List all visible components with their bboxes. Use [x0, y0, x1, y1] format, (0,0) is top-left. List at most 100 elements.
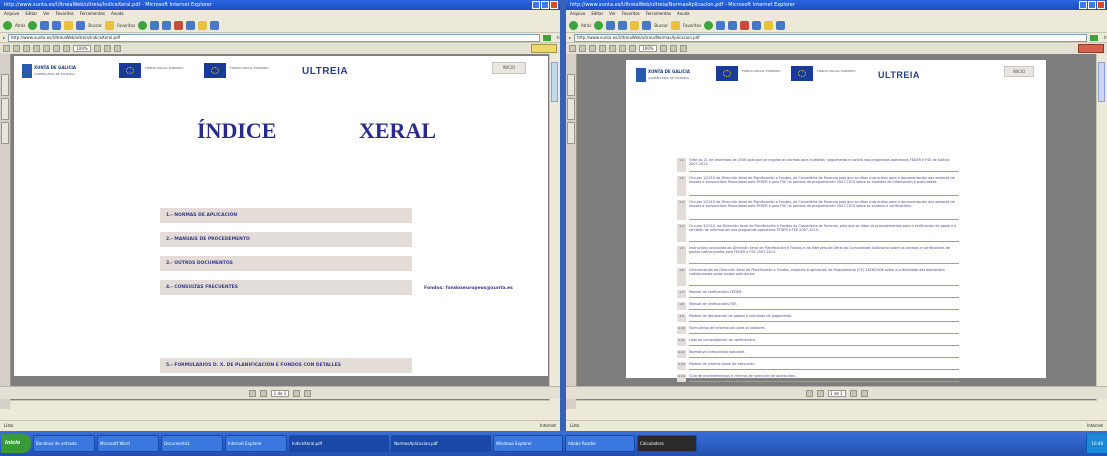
inicio-button[interactable]: INICIO — [1004, 66, 1034, 77]
zoom-in-icon[interactable] — [629, 45, 636, 52]
forward-icon[interactable] — [28, 20, 38, 30]
previous-page-icon[interactable] — [816, 389, 824, 397]
contact-email-link[interactable]: Fondos: fondoseuropeos@xunta.es — [424, 286, 513, 291]
right-horizontal-scrollbar[interactable] — [576, 400, 1097, 409]
go-button[interactable] — [1090, 34, 1099, 41]
maximize-icon[interactable] — [1088, 1, 1096, 9]
stop-icon[interactable] — [606, 20, 616, 30]
system-tray-clock[interactable]: 10:48 — [1086, 434, 1107, 453]
forward-icon[interactable] — [594, 20, 604, 30]
adobe-reader-button[interactable] — [1078, 44, 1104, 53]
taskbar-item[interactable]: IndiceXeral.pdf — [289, 435, 389, 452]
zoom-out-icon[interactable] — [53, 45, 60, 52]
select-tool-icon[interactable] — [609, 45, 616, 52]
menu-item[interactable]: Arquivo — [4, 11, 19, 16]
zoom-level[interactable]: 100% — [639, 45, 657, 52]
media-icon[interactable] — [138, 20, 148, 30]
save-icon[interactable] — [569, 45, 576, 52]
taskbar-item[interactable]: Microsoft Word — [97, 435, 159, 452]
menu-item[interactable]: Editar — [591, 11, 603, 16]
close-icon[interactable] — [550, 1, 558, 9]
link-formularios[interactable]: 5.- FORMULARIOS D. X. DE PLANIFICACIÓN E… — [160, 358, 412, 373]
bookmarks-tab[interactable] — [567, 74, 575, 96]
document-link[interactable]: Modelo de declaración de gastos e solici… — [689, 314, 959, 322]
document-link[interactable]: Instrucións conxuntas da Dirección Xeral… — [689, 246, 959, 264]
document-link[interactable]: Manual de verificacións FEDER. — [689, 290, 959, 298]
menu-item[interactable]: Axuda — [111, 11, 124, 16]
zoom-in-icon[interactable] — [63, 45, 70, 52]
document-link[interactable]: Manual de verificacións FSE. — [689, 302, 959, 310]
messenger-icon[interactable] — [210, 20, 220, 30]
page-indicator[interactable]: 1 de 1 — [827, 389, 846, 397]
document-link[interactable]: Formularios de información para os xesto… — [689, 326, 959, 334]
inicio-button[interactable]: INICIO — [492, 62, 526, 74]
hand-tool-icon[interactable] — [33, 45, 40, 52]
zoom-out-icon[interactable] — [619, 45, 626, 52]
go-button[interactable] — [543, 34, 552, 41]
document-row[interactable]: 1.5 Instrucións conxuntas da Dirección Xe… — [677, 246, 959, 264]
menu-item[interactable]: Arquivo — [570, 11, 585, 16]
document-row[interactable]: 1.7 Manual de verificacións FEDER. — [677, 290, 959, 298]
refresh-icon[interactable] — [52, 20, 62, 30]
fit-width-icon[interactable] — [670, 45, 677, 52]
document-row[interactable]: 1.3 Circular 2/2010 da Dirección Xeral de… — [677, 200, 959, 220]
taskbar-item[interactable]: NormasAplicacion.pdf — [391, 435, 491, 452]
zoom-level[interactable]: 100% — [73, 45, 91, 52]
signatures-tab[interactable] — [1, 98, 9, 120]
favorites-icon[interactable] — [671, 20, 681, 30]
document-row[interactable]: 1.2 Circular 1/2010 da Dirección Xeral de… — [677, 176, 959, 196]
pages-tab[interactable] — [567, 122, 575, 144]
folder-icon[interactable] — [764, 20, 774, 30]
favorites-icon[interactable] — [105, 20, 115, 30]
previous-page-icon[interactable] — [260, 389, 267, 397]
menu-item[interactable]: Editar — [25, 11, 37, 16]
next-page-icon[interactable] — [293, 389, 300, 397]
document-row[interactable]: 1.1 Orde do 21 de decembro de 2006 pola q… — [677, 158, 959, 172]
bookmarks-tab[interactable] — [1, 74, 9, 96]
document-row[interactable]: 1.10 Formularios de información para os x… — [677, 326, 959, 334]
mail-icon[interactable] — [728, 20, 738, 30]
link-outros-documentos[interactable]: 3.- OUTROS DOCUMENTOS — [160, 256, 412, 271]
signatures-tab[interactable] — [567, 98, 575, 120]
taskbar-item[interactable]: Documento1 — [161, 435, 223, 452]
back-icon[interactable] — [569, 20, 578, 30]
back-icon[interactable] — [3, 20, 12, 30]
address-input[interactable]: http://www.xunta.es/UltreiaWeb/ultreia/I… — [8, 33, 541, 42]
taskbar-item[interactable]: Internet Explorer — [225, 435, 287, 452]
search-icon[interactable] — [589, 45, 596, 52]
menu-item[interactable]: Ferramentas — [80, 11, 105, 16]
pages-tab[interactable] — [1, 122, 9, 144]
right-window-titlebar[interactable]: http://www.xunta.es/UltreiaWeb/ultreia/N… — [566, 0, 1107, 10]
home-icon[interactable] — [64, 20, 74, 30]
print-icon[interactable] — [174, 20, 184, 30]
stop-icon[interactable] — [40, 20, 50, 30]
media-icon[interactable] — [704, 20, 714, 30]
document-link[interactable]: Guía de procedementos e criterios de sel… — [689, 374, 959, 382]
taskbar-item[interactable]: Bandexa de entrada — [33, 435, 95, 452]
menu-item[interactable]: Favoritos — [622, 11, 640, 16]
document-link[interactable]: Circular 3/2010, da Dirección Xeral de P… — [689, 224, 959, 242]
document-link[interactable]: Comunicación da Dirección Xeral de Plani… — [689, 268, 959, 286]
taskbar-item[interactable]: Windows Explorer — [493, 435, 563, 452]
document-row[interactable]: 1.12 Normativa comunitaria aplicable. — [677, 350, 959, 358]
document-row[interactable]: 1.14 Guía de procedementos e criterios de… — [677, 374, 959, 382]
edit-icon[interactable] — [186, 20, 196, 30]
left-horizontal-scrollbar[interactable] — [10, 400, 550, 409]
document-row[interactable]: 1.6 Comunicación da Dirección Xeral de Pl… — [677, 268, 959, 286]
document-row[interactable]: 1.11 Lista de comprobación de verificació… — [677, 338, 959, 346]
menu-item[interactable]: Ver — [609, 11, 616, 16]
document-link[interactable]: Circular 2/2010 da Dirección Xeral de Pl… — [689, 200, 959, 220]
search-icon[interactable] — [76, 20, 86, 30]
taskbar-item[interactable]: Calculadora — [637, 435, 697, 452]
taskbar-item[interactable]: Adobe Reader — [565, 435, 635, 452]
hand-tool-icon[interactable] — [599, 45, 606, 52]
history-icon[interactable] — [150, 20, 160, 30]
menu-item[interactable]: Favoritos — [56, 11, 74, 16]
messenger-icon[interactable] — [776, 20, 786, 30]
right-vertical-scrollbar[interactable] — [1096, 54, 1107, 409]
history-icon[interactable] — [716, 20, 726, 30]
rotate-icon[interactable] — [114, 45, 121, 52]
edit-icon[interactable] — [752, 20, 762, 30]
first-page-icon[interactable] — [249, 389, 256, 397]
select-tool-icon[interactable] — [43, 45, 50, 52]
